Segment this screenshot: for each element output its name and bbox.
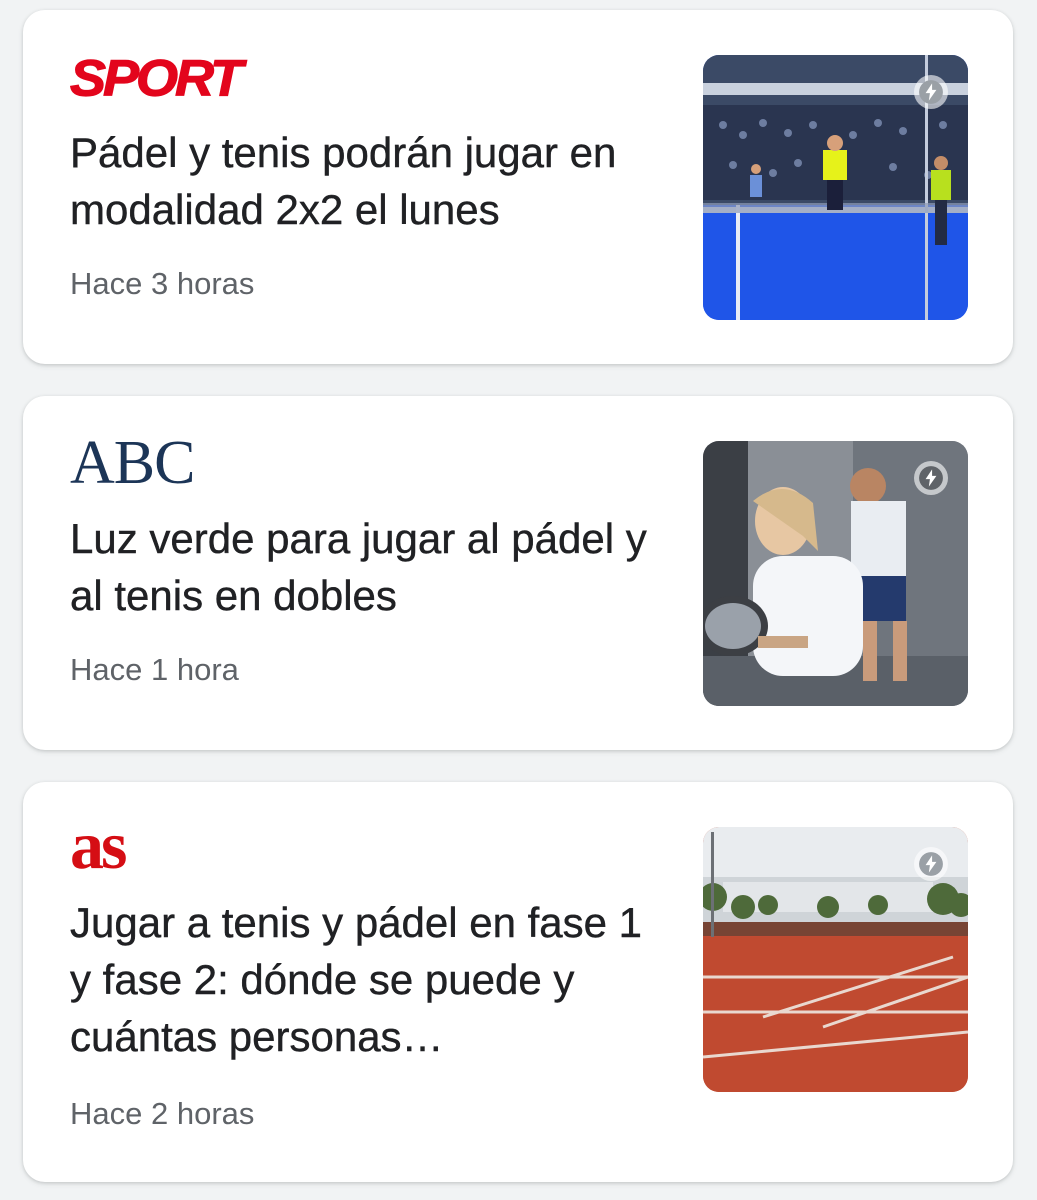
news-card[interactable]: ABC Luz verde para jugar al pádel y al t… [23,396,1013,750]
article-headline[interactable]: Jugar a tenis y pádel en fase 1 y fase 2… [70,894,670,1065]
lightning-bolt-icon [914,847,948,881]
article-headline[interactable]: Luz verde para jugar al pádel y al tenis… [70,510,670,624]
article-time: Hace 2 horas [70,1096,255,1131]
article-thumbnail[interactable] [703,55,968,320]
source-logo-as: as [70,807,127,883]
article-time: Hace 3 horas [70,266,255,301]
lightning-bolt-icon [914,75,948,109]
news-card[interactable]: SPORT Pádel y tenis podrán jugar en moda… [23,10,1013,364]
source-logo-sport: SPORT [69,49,243,107]
article-time: Hace 1 hora [70,652,239,687]
article-thumbnail[interactable] [703,441,968,706]
source-logo-abc: ABC [70,429,195,497]
article-thumbnail[interactable] [703,827,968,1092]
article-headline[interactable]: Pádel y tenis podrán jugar en modalidad … [70,124,670,238]
lightning-bolt-icon [914,461,948,495]
news-card[interactable]: as Jugar a tenis y pádel en fase 1 y fas… [23,782,1013,1182]
